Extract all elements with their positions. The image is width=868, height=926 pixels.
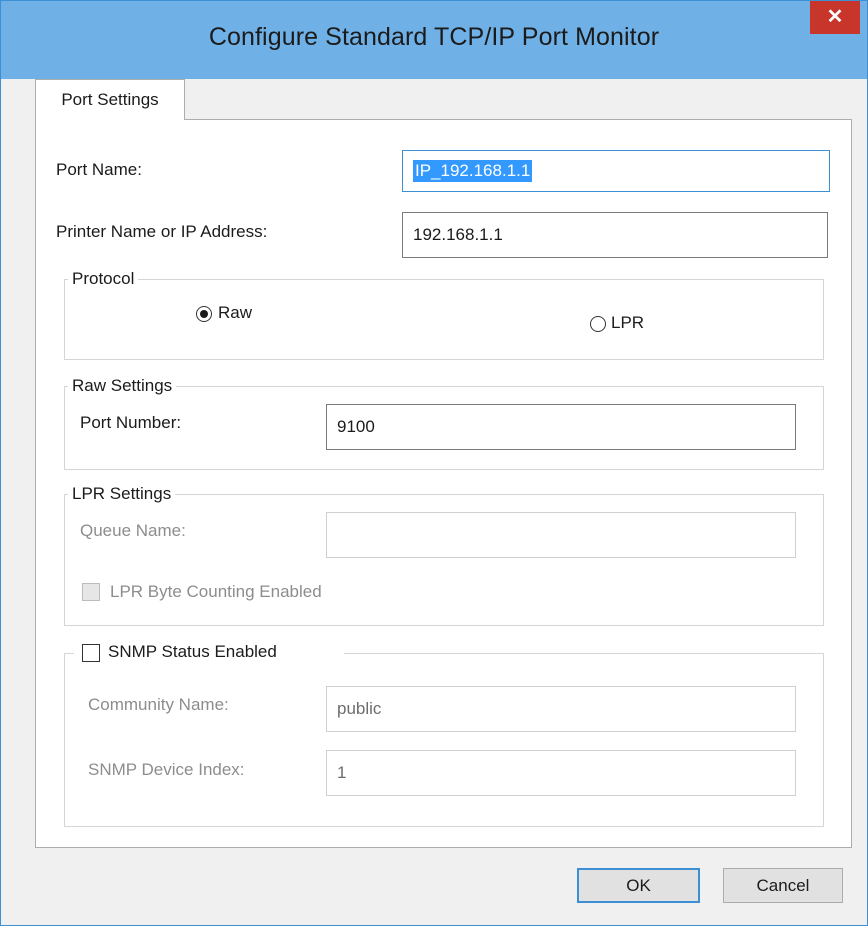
dialog-window: Configure Standard TCP/IP Port Monitor ✕…: [0, 0, 868, 926]
lpr-byte-counting-label[interactable]: LPR Byte Counting Enabled: [110, 582, 322, 602]
close-button[interactable]: ✕: [810, 1, 860, 34]
community-name-label: Community Name:: [88, 695, 229, 714]
port-name-label-text: Port Name:: [56, 160, 142, 179]
ok-button[interactable]: OK: [577, 868, 700, 903]
queue-name-input[interactable]: [326, 512, 796, 558]
queue-name-label: Queue Name:: [80, 521, 186, 540]
lpr-byte-counting-checkbox[interactable]: [82, 583, 100, 601]
printer-address-label: Printer Name or IP Address:: [56, 222, 268, 241]
port-name-input[interactable]: IP_192.168.1.1: [402, 150, 830, 192]
community-name-value: public: [337, 699, 382, 718]
raw-settings-legend: Raw Settings: [68, 376, 177, 396]
snmp-device-index-input[interactable]: 1: [326, 750, 796, 796]
port-name-value: IP_192.168.1.1: [413, 160, 533, 182]
snmp-status-label[interactable]: SNMP Status Enabled: [108, 642, 277, 662]
cancel-button[interactable]: Cancel: [723, 868, 843, 903]
snmp-status-checkbox[interactable]: [82, 644, 100, 662]
dialog-client-area: Port Settings Port Name: IP_192.168.1.1 …: [16, 79, 852, 916]
lpr-radio[interactable]: [590, 316, 606, 332]
title-bar[interactable]: Configure Standard TCP/IP Port Monitor ✕: [1, 1, 867, 79]
snmp-device-index-label: SNMP Device Index:: [88, 760, 245, 779]
snmp-group: [64, 653, 824, 827]
raw-radio[interactable]: [196, 306, 212, 322]
printer-address-value: 192.168.1.1: [413, 225, 503, 244]
port-settings-panel: Port Name: IP_192.168.1.1 Printer Name o…: [35, 119, 852, 848]
lpr-radio-label[interactable]: LPR: [611, 313, 644, 333]
port-number-input[interactable]: 9100: [326, 404, 796, 450]
window-title: Configure Standard TCP/IP Port Monitor: [208, 23, 660, 51]
port-name-label: Port Name:: [56, 160, 142, 180]
community-name-input[interactable]: public: [326, 686, 796, 732]
lpr-settings-legend: LPR Settings: [68, 484, 176, 504]
close-icon: ✕: [826, 6, 844, 28]
printer-address-input[interactable]: 192.168.1.1: [402, 212, 828, 258]
port-number-label: Port Number:: [80, 413, 182, 432]
raw-radio-label[interactable]: Raw: [218, 303, 252, 323]
protocol-legend: Protocol: [68, 269, 139, 289]
tab-port-settings[interactable]: Port Settings: [35, 79, 185, 120]
snmp-device-index-value: 1: [337, 763, 347, 782]
port-number-value: 9100: [337, 417, 375, 436]
protocol-group: [64, 279, 824, 360]
